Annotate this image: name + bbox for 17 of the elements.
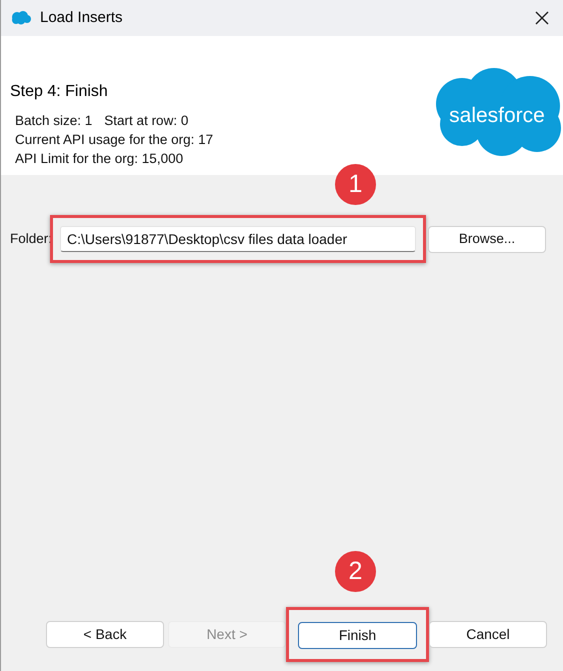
- step-title: Step 4: Finish: [10, 82, 109, 102]
- info-text: Current API usage for the org: 17: [15, 131, 214, 149]
- wizard-button[interactable]: Cancel: [429, 621, 547, 648]
- wizard-button[interactable]: < Back: [46, 621, 164, 648]
- step-number-badge: 2: [335, 551, 376, 592]
- folder-input-field[interactable]: C:\Users\91877\Desktop\csv files data loader: [60, 226, 416, 252]
- cloud-icon: [10, 10, 32, 26]
- wizard-button[interactable]: Finish: [298, 622, 417, 649]
- browse-button[interactable]: Browse...: [428, 226, 546, 252]
- window-title: Load Inserts: [40, 8, 123, 28]
- info-text: Batch size: 1: [15, 112, 92, 130]
- info-text: Start at row: 0: [104, 112, 188, 130]
- logo-text: salesforce: [448, 103, 546, 129]
- folder-label: Folder:: [10, 230, 52, 248]
- close-icon[interactable]: [535, 11, 549, 25]
- info-text: API Limit for the org: 15,000: [15, 150, 184, 168]
- step-number-badge: 1: [335, 164, 376, 205]
